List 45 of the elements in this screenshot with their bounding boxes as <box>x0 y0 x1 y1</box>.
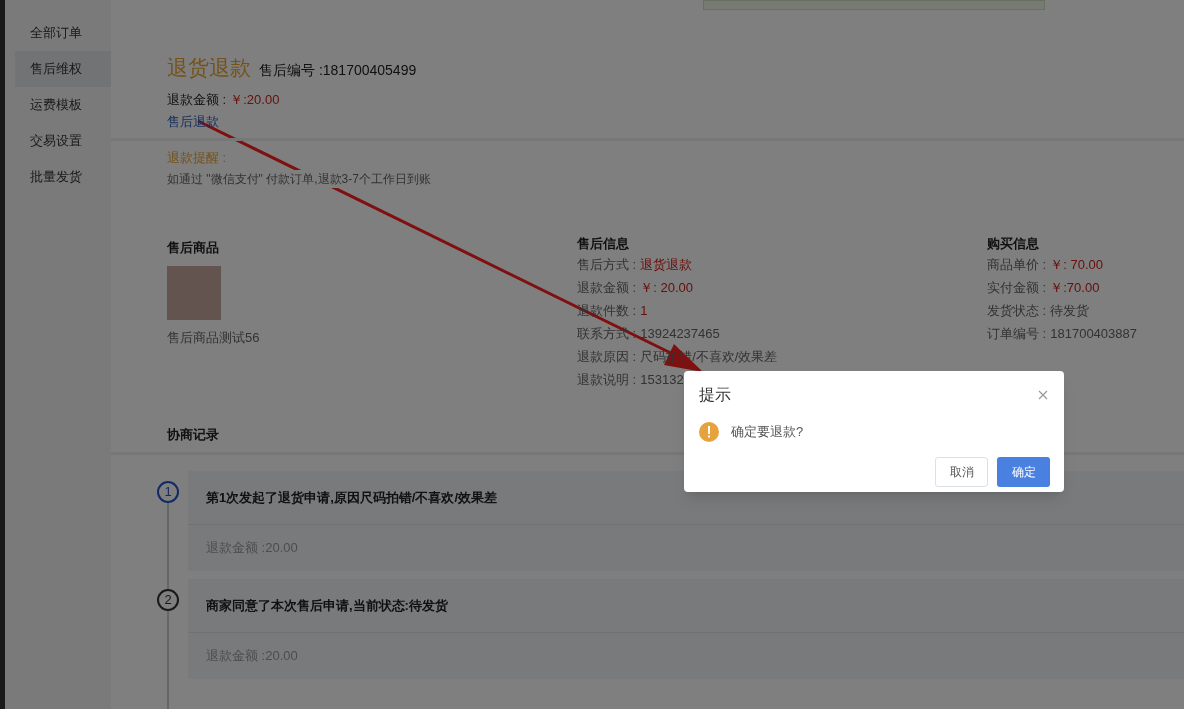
sidebar-item[interactable]: 批量发货 <box>5 159 111 195</box>
info-value: 13924237465 <box>640 325 720 344</box>
after-sale-number: 售后编号 :181700405499 <box>259 61 417 80</box>
cancel-button[interactable]: 取消 <box>935 457 988 487</box>
info-label: 商品单价 : <box>987 256 1047 275</box>
dialog-message: 确定要退款? <box>731 423 804 442</box>
info-value: ￥: 20.00 <box>640 279 693 298</box>
section-heading: 协商记录 <box>167 425 219 444</box>
info-value: 待发货 <box>1050 302 1090 321</box>
step-number: 1 <box>157 481 179 503</box>
info-value: 退货退款 <box>640 256 693 275</box>
info-label: 退款说明 : <box>577 371 637 390</box>
notice-text: 如通过 "微信支付" 付款订单,退款3-7个工作日到账 <box>167 170 431 188</box>
section-heading: 售后信息 <box>577 235 630 253</box>
record-title: 商家同意了本次售后申请,当前状态:待发货 <box>206 596 448 615</box>
info-label: 实付金额 : <box>987 279 1047 298</box>
confirm-button[interactable]: 确定 <box>997 457 1050 487</box>
sidebar-item[interactable]: 全部订单 <box>5 15 111 51</box>
product-name: 售后商品测试56 <box>167 328 261 347</box>
refund-amount-value: ￥:20.00 <box>230 90 280 109</box>
info-label: 联系方式 : <box>577 325 637 344</box>
info-value: 153132 <box>640 371 684 390</box>
step-number: 2 <box>157 589 179 611</box>
info-label: 退款金额 : <box>577 279 637 298</box>
product-photo-placeholder <box>167 265 221 320</box>
section-heading: 购买信息 <box>987 235 1040 253</box>
record-title: 第1次发起了退货申请,原因尺码拍错/不喜欢/效果差 <box>206 488 498 507</box>
close-icon[interactable] <box>1037 389 1049 401</box>
section-heading: 售后商品 <box>167 239 220 257</box>
info-label: 订单编号 : <box>987 325 1047 344</box>
sidebar-item[interactable]: 运费模板 <box>5 87 111 123</box>
info-value: 1 <box>640 302 648 321</box>
sidebar-item[interactable]: 售后维权 <box>15 51 111 87</box>
info-label: 售后方式 : <box>577 256 637 275</box>
info-label: 退款原因 : <box>577 348 637 367</box>
warning-icon <box>699 422 719 442</box>
info-value: 181700403887 <box>1050 325 1137 344</box>
info-value: ￥: 70.00 <box>1050 256 1103 275</box>
sidebar-item[interactable]: 交易设置 <box>5 123 111 159</box>
dialog-title: 提示 <box>699 385 731 405</box>
notice-title: 退款提醒 : <box>167 148 228 167</box>
info-label: 发货状态 : <box>987 302 1047 321</box>
refund-amount-label: 退款金额 : <box>167 90 227 109</box>
info-value: ￥:70.00 <box>1050 279 1100 298</box>
refund-type-title: 退货退款 <box>167 55 251 81</box>
